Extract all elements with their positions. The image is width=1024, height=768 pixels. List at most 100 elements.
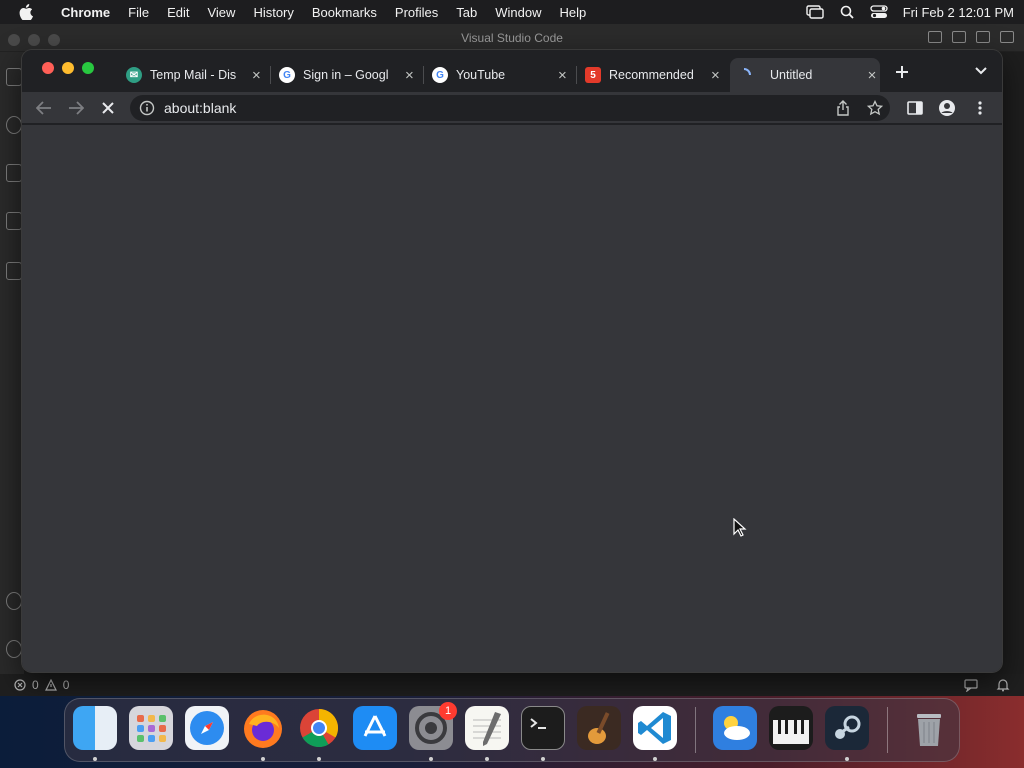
menu-clock[interactable]: Fri Feb 2 12:01 PM [895,5,1014,20]
tab-separator [576,66,577,84]
run-debug-icon[interactable] [6,212,22,230]
tab-google-sign-in[interactable]: G Sign in – Googl × [273,58,417,92]
menu-app-chrome[interactable]: Chrome [52,0,119,24]
menu-bookmarks[interactable]: Bookmarks [303,0,386,24]
manage-gear-icon[interactable] [6,640,22,658]
notifications-bell-icon[interactable] [996,678,1010,692]
menu-edit[interactable]: Edit [158,0,198,24]
app-store-icon[interactable] [353,706,397,750]
close-tab-icon[interactable]: × [864,67,880,84]
running-indicator [541,757,545,761]
weather-icon[interactable] [713,706,757,750]
chrome-icon[interactable] [297,706,341,750]
menu-tab[interactable]: Tab [447,0,486,24]
spotlight-search-icon[interactable] [831,0,863,24]
site-info-icon[interactable] [139,100,155,116]
tab-recommended[interactable]: 5 Recommended × [579,58,723,92]
window-controls [42,62,94,74]
tab-title: Recommended [609,68,694,82]
chrome-window: ✉ Temp Mail - Dis × G Sign in – Googl × … [22,50,1002,672]
tab-title: Temp Mail - Dis [150,68,237,82]
terminal-icon[interactable] [521,706,565,750]
zoom-window-button[interactable] [82,62,94,74]
bookmark-star-icon[interactable] [867,100,883,116]
warning-count[interactable]: 0 [63,678,70,692]
running-indicator [845,757,849,761]
browser-toolbar: about:blank [22,92,1002,124]
launchpad-icon[interactable] [129,706,173,750]
more-options-icon[interactable] [968,96,992,120]
feedback-icon[interactable] [964,678,978,692]
finder-icon[interactable] [73,706,117,750]
error-count[interactable]: 0 [32,678,39,692]
trash-icon[interactable] [907,706,951,750]
stop-loading-button[interactable] [96,96,120,120]
vscode-layout-controls [928,31,1014,43]
side-panel-icon[interactable] [903,96,927,120]
toggle-primary-sidebar-icon[interactable] [928,31,942,43]
close-tab-icon[interactable]: × [555,67,570,84]
menu-bar: Chrome File Edit View History Bookmarks … [0,0,1024,24]
steam-icon[interactable] [825,706,869,750]
dock: 1 [64,698,960,762]
menu-file[interactable]: File [119,0,158,24]
extensions-icon[interactable] [6,262,22,280]
running-indicator [429,757,433,761]
search-icon[interactable] [6,116,22,134]
toggle-panel-icon[interactable] [952,31,966,43]
tempmail-icon: ✉ [126,67,142,83]
close-tab-icon[interactable]: × [708,67,723,84]
forward-button[interactable] [64,96,88,120]
settings-icon[interactable]: 1 [409,702,457,750]
accounts-icon[interactable] [6,592,22,610]
tab-temp-mail[interactable]: ✉ Temp Mail - Dis × [120,58,264,92]
garageband-icon[interactable] [577,706,621,750]
dock-separator [695,707,696,753]
profile-avatar-icon[interactable] [935,96,959,120]
google-icon: G [279,67,295,83]
running-indicator [317,757,321,761]
close-window-button[interactable] [42,62,54,74]
tab-untitled-active[interactable]: Untitled × [730,58,880,92]
toggle-secondary-sidebar-icon[interactable] [976,31,990,43]
vscode-window-title: Visual Studio Code [461,31,563,45]
menu-window[interactable]: Window [486,0,550,24]
menu-view[interactable]: View [198,0,244,24]
running-indicator [261,757,265,761]
tab-youtube[interactable]: G YouTube × [426,58,570,92]
firefox-icon[interactable] [241,706,285,750]
address-url[interactable]: about:blank [164,100,236,116]
new-tab-button[interactable] [892,62,912,82]
apple-menu-icon[interactable] [0,0,52,24]
menu-help[interactable]: Help [551,0,596,24]
back-button[interactable] [32,96,56,120]
vscode-status-bar: 0 0 [0,674,1024,696]
close-tab-icon[interactable]: × [402,67,417,84]
menu-history[interactable]: History [244,0,302,24]
source-control-icon[interactable] [6,164,22,182]
textedit-icon[interactable] [465,706,509,750]
control-center-icon[interactable] [863,0,895,24]
tab-separator [423,66,424,84]
vscode-icon[interactable] [633,706,677,750]
piano-icon[interactable] [769,706,813,750]
customize-layout-icon[interactable] [1000,31,1014,43]
explorer-icon[interactable] [6,68,22,86]
running-indicator [93,757,97,761]
minimize-window-button[interactable] [62,62,74,74]
safari-icon[interactable] [185,706,229,750]
dock-separator [887,707,888,753]
warning-icon [44,679,57,691]
screen-mirroring-icon[interactable] [799,0,831,24]
vscode-activity-bar [0,52,24,678]
close-tab-icon[interactable]: × [249,67,264,84]
address-bar[interactable]: about:blank [130,95,890,121]
page-content-blank[interactable] [22,125,1002,672]
notification-badge: 1 [439,702,457,720]
running-indicator [485,757,489,761]
tab-search-chevron-icon[interactable] [972,62,990,80]
share-icon[interactable] [835,100,851,116]
vscode-titlebar: Visual Studio Code [0,24,1024,52]
google-icon: G [432,67,448,83]
menu-profiles[interactable]: Profiles [386,0,447,24]
